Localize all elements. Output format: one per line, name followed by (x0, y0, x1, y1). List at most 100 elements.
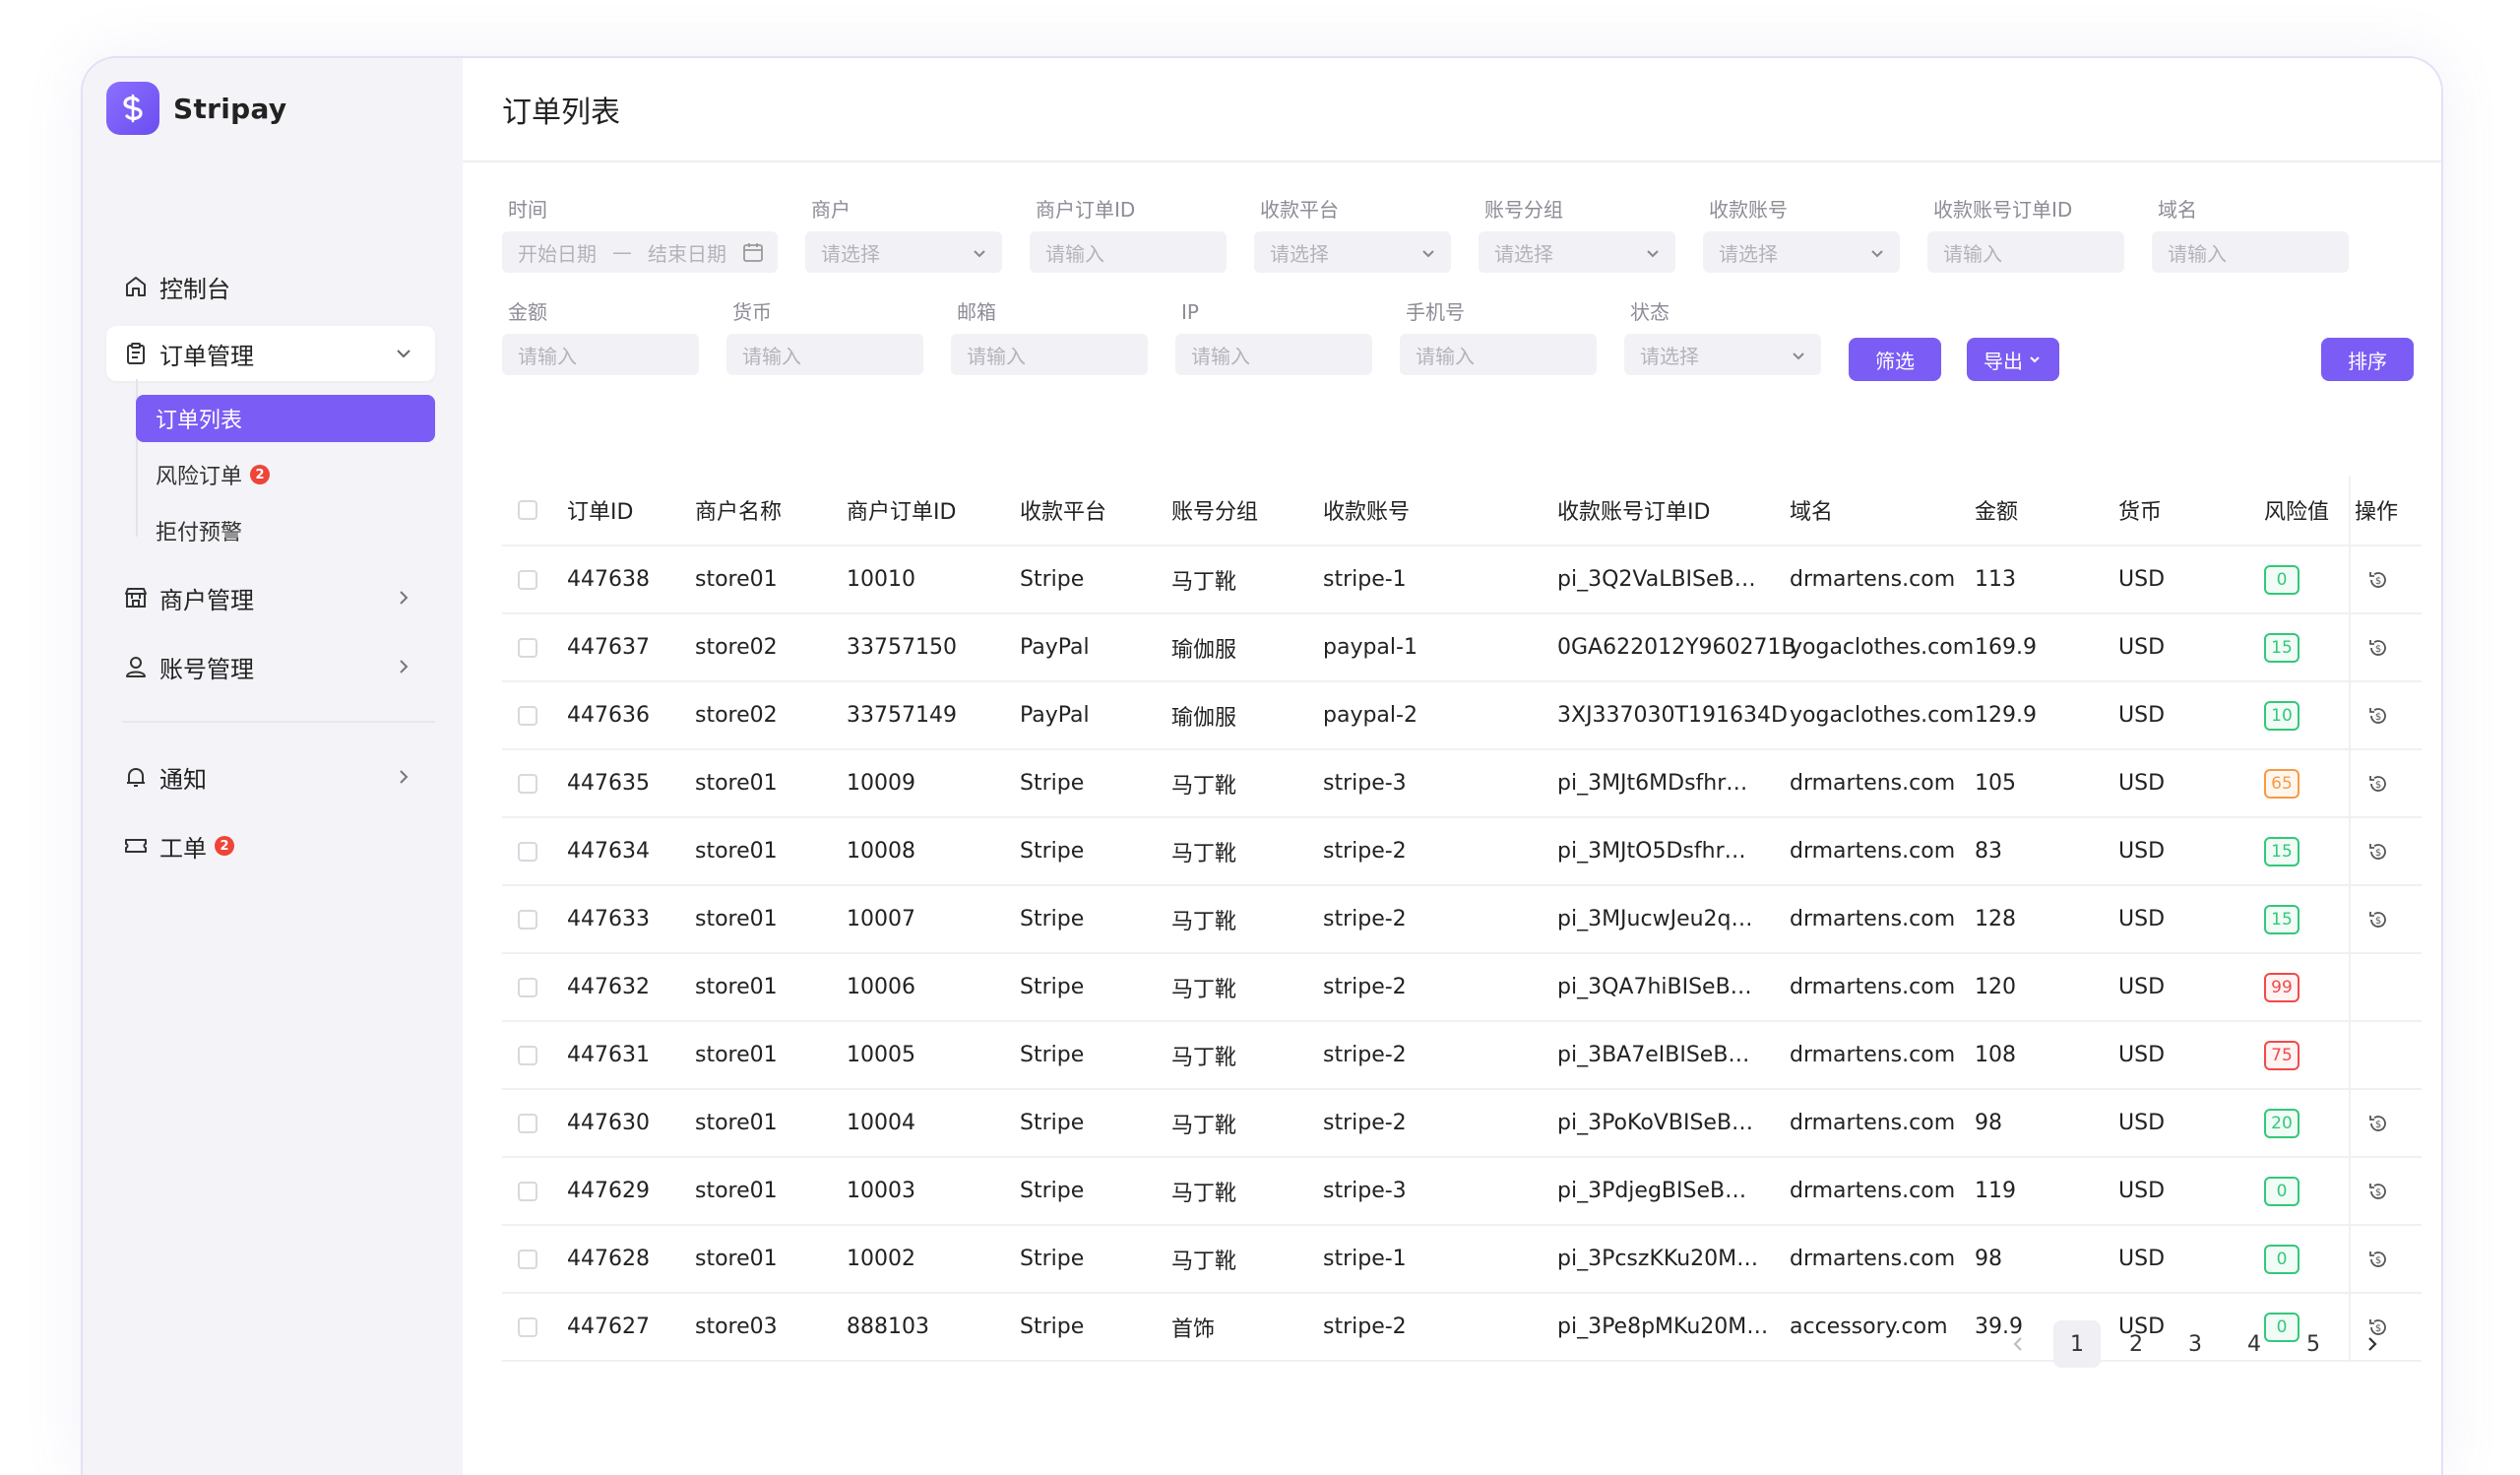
row-checkbox[interactable] (518, 1113, 537, 1133)
table-row[interactable]: 447634 store01 10008 Stripe 马丁靴 stripe-2 pi_3M… (502, 818, 2422, 886)
email-input[interactable]: 请输入 (951, 334, 1148, 375)
refund-action[interactable]: $ (2366, 818, 2390, 884)
column-header[interactable]: 收款账号 (1323, 476, 1410, 545)
filter-button[interactable]: 筛选 (1849, 338, 1941, 381)
refund-action[interactable]: $ (2366, 682, 2390, 748)
table-row[interactable]: 447629 store01 10003 Stripe 马丁靴 stripe-3 pi_3P… (502, 1158, 2422, 1226)
column-header[interactable]: 货币 (2118, 476, 2162, 545)
prev-page-button[interactable] (1994, 1320, 2042, 1368)
row-checkbox[interactable] (518, 1181, 537, 1201)
table-row[interactable]: 447636 store02 33757149 PayPal 瑜伽服 paypal-2 3X… (502, 682, 2422, 750)
sidebar-item-notifications[interactable]: 通知 (106, 749, 435, 804)
status-select[interactable]: 请选择 (1624, 334, 1821, 375)
refund-action[interactable]: $ (2366, 1158, 2390, 1224)
sidebar-item-orders[interactable]: 订单管理 (106, 326, 435, 381)
merchant-order-id-cell: 10005 (847, 1043, 915, 1067)
sidebar-item-accounts[interactable]: 账号管理 (106, 639, 435, 694)
sidebar-item-tickets[interactable]: 工单 2 (106, 818, 435, 873)
refund-icon[interactable]: $ (2366, 840, 2390, 864)
refund-icon[interactable]: $ (2366, 908, 2390, 931)
refund-icon[interactable]: $ (2366, 1180, 2390, 1203)
page-button[interactable]: 1 (2053, 1320, 2101, 1368)
column-header[interactable]: 商户名称 (695, 476, 782, 545)
column-header[interactable]: 金额 (1975, 476, 2018, 545)
date-range-picker[interactable]: 开始日期 — 结束日期 (502, 231, 778, 273)
refund-icon[interactable]: $ (2366, 772, 2390, 796)
refund-action[interactable]: $ (2366, 1226, 2390, 1292)
table-row[interactable]: 447638 store01 10010 Stripe 马丁靴 stripe-1 pi_3Q… (502, 546, 2422, 614)
row-checkbox[interactable] (518, 773, 537, 794)
row-checkbox[interactable] (518, 909, 537, 930)
sidebar-subitem-chargeback-alert[interactable]: 拒付预警 (136, 507, 435, 554)
refund-action[interactable]: $ (2366, 614, 2390, 680)
row-checkbox[interactable] (518, 977, 537, 997)
sidebar-subitem-risk-orders[interactable]: 风险订单 2 (136, 451, 435, 498)
sidebar-item-dashboard[interactable]: 控制台 (106, 259, 435, 314)
column-header[interactable]: 域名 (1790, 476, 1833, 545)
row-checkbox[interactable] (518, 1316, 537, 1337)
account-group-cell: 马丁靴 (1171, 1249, 1237, 1274)
row-checkbox[interactable] (518, 705, 537, 726)
column-header[interactable]: 商户订单ID (847, 476, 956, 545)
next-page-button[interactable] (2349, 1320, 2396, 1368)
table-row[interactable]: 447630 store01 10004 Stripe 马丁靴 stripe-2 pi_3P… (502, 1090, 2422, 1158)
phone-input[interactable]: 请输入 (1400, 334, 1597, 375)
refund-icon[interactable]: $ (2366, 1248, 2390, 1271)
brand[interactable]: Stripay (106, 82, 286, 135)
sort-button[interactable]: 排序 (2321, 338, 2414, 381)
row-checkbox[interactable] (518, 569, 537, 590)
column-header[interactable]: 账号分组 (1171, 476, 1258, 545)
amount-input[interactable]: 请输入 (502, 334, 699, 375)
chevron-right-icon (2362, 1333, 2383, 1355)
refund-action[interactable]: $ (2366, 886, 2390, 952)
page-button[interactable]: 2 (2112, 1320, 2160, 1368)
refund-icon[interactable]: $ (2366, 1112, 2390, 1135)
domain-input[interactable]: 请输入 (2152, 231, 2349, 273)
page-button[interactable]: 4 (2231, 1320, 2278, 1368)
account-group-select[interactable]: 请选择 (1479, 231, 1675, 273)
refund-icon[interactable]: $ (2366, 636, 2390, 660)
refund-action[interactable]: $ (2366, 546, 2390, 612)
select-all-checkbox[interactable] (518, 500, 537, 520)
row-checkbox[interactable] (518, 841, 537, 862)
date-separator: — (612, 240, 632, 264)
sidebar-subitem-order-list[interactable]: 订单列表 (136, 395, 435, 442)
account-select[interactable]: 请选择 (1703, 231, 1900, 273)
order-id-cell: 447636 (567, 703, 650, 728)
sidebar-item-merchants[interactable]: 商户管理 (106, 570, 435, 625)
end-date-placeholder: 结束日期 (648, 241, 726, 266)
input-placeholder: 请输入 (1191, 344, 1250, 368)
merchant-name-cell: store01 (695, 771, 778, 796)
merchant-order-id-input[interactable]: 请输入 (1030, 231, 1227, 273)
page-button[interactable]: 3 (2172, 1320, 2219, 1368)
table-row[interactable]: 447637 store02 33757150 PayPal 瑜伽服 paypal-1 0G… (502, 614, 2422, 682)
table-row[interactable]: 447633 store01 10007 Stripe 马丁靴 stripe-2 pi_3M… (502, 886, 2422, 954)
table-row[interactable]: 447631 store01 10005 Stripe 马丁靴 stripe-2 pi_3B… (502, 1022, 2422, 1090)
filter-label: IP (1181, 300, 1199, 324)
merchant-select[interactable]: 请选择 (805, 231, 1002, 273)
column-header[interactable]: 订单ID (567, 476, 633, 545)
page-button[interactable]: 5 (2290, 1320, 2337, 1368)
refund-icon[interactable]: $ (2366, 568, 2390, 592)
row-checkbox[interactable] (518, 1045, 537, 1065)
chevron-right-icon (392, 655, 415, 678)
account-order-id-input[interactable]: 请输入 (1927, 231, 2124, 273)
refund-icon[interactable]: $ (2366, 704, 2390, 728)
platform-select[interactable]: 请选择 (1254, 231, 1451, 273)
refund-action[interactable]: $ (2366, 1090, 2390, 1156)
column-header[interactable]: 收款账号订单ID (1557, 476, 1710, 545)
column-header[interactable]: 收款平台 (1020, 476, 1106, 545)
refund-action[interactable]: $ (2366, 750, 2390, 816)
merchant-name-cell: store01 (695, 839, 778, 864)
table-row[interactable]: 447628 store01 10002 Stripe 马丁靴 stripe-1 pi_3P… (502, 1226, 2422, 1294)
column-header[interactable]: 风险值 (2264, 476, 2329, 545)
table-row[interactable]: 447635 store01 10009 Stripe 马丁靴 stripe-3 pi_3M… (502, 750, 2422, 818)
currency-input[interactable]: 请输入 (726, 334, 923, 375)
row-checkbox[interactable] (518, 637, 537, 658)
account-cell: stripe-3 (1323, 771, 1407, 796)
ip-input[interactable]: 请输入 (1175, 334, 1372, 375)
export-button[interactable]: 导出 (1967, 338, 2059, 381)
table-row[interactable]: 447632 store01 10006 Stripe 马丁靴 stripe-2 pi_3Q… (502, 954, 2422, 1022)
row-checkbox[interactable] (518, 1249, 537, 1269)
account-cell: stripe-2 (1323, 839, 1407, 864)
